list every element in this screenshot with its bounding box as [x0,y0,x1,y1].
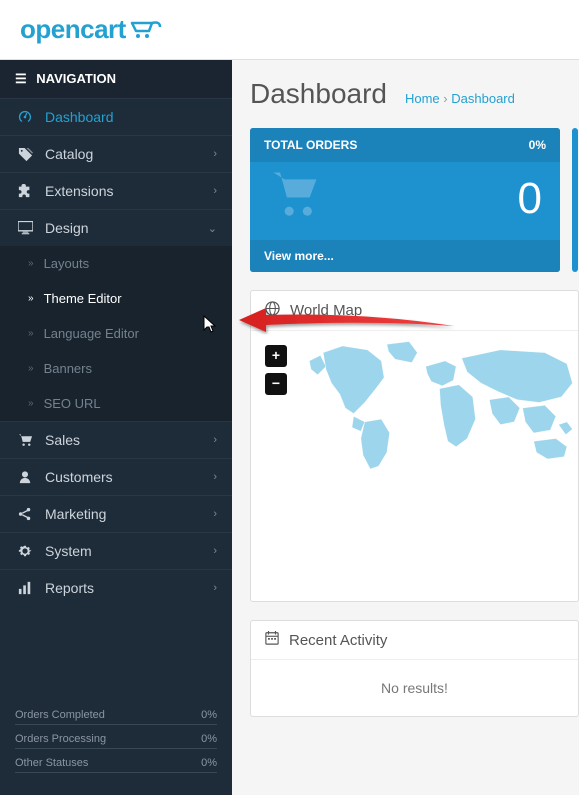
cart-icon [15,433,35,447]
logo[interactable]: opencart [20,14,166,45]
tag-icon [15,147,35,162]
nav-system[interactable]: System › [0,532,232,569]
sub-label: Language Editor [44,326,217,341]
nav-marketing[interactable]: Marketing › [0,495,232,532]
menu-icon: ☰ [15,71,27,87]
main-content: Dashboard Home › Dashboard TOTAL ORDERS … [232,60,579,795]
double-chevron-icon: » [28,398,34,409]
nav-label: Sales [45,432,80,448]
breadcrumb-home[interactable]: Home [405,91,440,106]
nav-header: ☰ NAVIGATION [0,60,232,98]
stat-label: Orders Completed [15,709,105,721]
globe-icon [265,301,280,320]
sub-seo-url[interactable]: » SEO URL [0,386,232,421]
nav-label: System [45,543,92,559]
tile-view-more[interactable]: View more... [250,240,560,272]
calendar-icon [265,631,279,649]
nav-label: Customers [45,469,113,485]
cart-icon [130,19,166,41]
tile-footer-label: View more... [264,249,334,263]
stat-label: Other Statuses [15,757,88,769]
sub-layouts[interactable]: » Layouts [0,246,232,281]
nav-extensions[interactable]: Extensions › [0,172,232,209]
double-chevron-icon: » [28,258,34,269]
stat-label: Orders Processing [15,733,106,745]
cart-large-icon [268,168,324,231]
chevron-right-icon: › [213,471,217,483]
nav-dashboard[interactable]: Dashboard [0,98,232,135]
sub-language-editor[interactable]: » Language Editor [0,316,232,351]
nav-label: Catalog [45,146,93,162]
nav-design[interactable]: Design ⌄ [0,209,232,246]
tile-value: 0 [518,174,542,224]
chevron-right-icon: › [213,185,217,197]
zoom-in-button[interactable]: + [265,345,287,367]
puzzle-icon [15,184,35,198]
tile-next-peek [572,128,578,272]
sub-label: Theme Editor [44,291,217,306]
nav-label: Reports [45,580,94,596]
sub-banners[interactable]: » Banners [0,351,232,386]
tile-total-orders: TOTAL ORDERS 0% 0 View more... [250,128,560,272]
stat-value: 0% [201,709,217,721]
world-map-svg[interactable] [301,336,578,480]
chart-icon [15,581,35,595]
chevron-right-icon: › [213,582,217,594]
sidebar: ☰ NAVIGATION Dashboard Catalog › Extensi… [0,60,232,795]
double-chevron-icon: » [28,363,34,374]
dashboard-tiles: TOTAL ORDERS 0% 0 View more... [250,128,579,272]
chevron-right-icon: › [213,545,217,557]
stat-value: 0% [201,733,217,745]
chevron-right-icon: › [213,508,217,520]
share-icon [15,507,35,521]
nav-label: Extensions [45,183,113,199]
breadcrumb-sep: › [443,91,447,106]
panel-title: Recent Activity [289,632,387,649]
nav-reports[interactable]: Reports › [0,569,232,606]
double-chevron-icon: » [28,293,34,304]
panel-title: World Map [290,302,362,319]
tile-title: TOTAL ORDERS [264,138,357,152]
design-submenu: » Layouts » Theme Editor » Language Edit… [0,246,232,421]
top-header: opencart [0,0,579,60]
nav-label: Design [45,220,89,236]
stat-orders-processing: Orders Processing 0% [15,725,217,749]
logo-text: opencart [20,14,126,45]
sidebar-stats: Orders Completed 0% Orders Processing 0%… [0,689,232,785]
page-title: Dashboard [250,78,387,110]
gear-icon [15,544,35,558]
panel-world-map: World Map + − [250,290,579,602]
tile-pct: 0% [529,138,546,152]
dashboard-icon [15,110,35,124]
double-chevron-icon: » [28,328,34,339]
chevron-right-icon: › [213,434,217,446]
chevron-down-icon: ⌄ [208,222,217,235]
nav-customers[interactable]: Customers › [0,458,232,495]
breadcrumb-current[interactable]: Dashboard [451,91,515,106]
sub-label: Banners [44,361,217,376]
sub-theme-editor[interactable]: » Theme Editor [0,281,232,316]
sub-label: Layouts [44,256,217,271]
desktop-icon [15,221,35,235]
nav-catalog[interactable]: Catalog › [0,135,232,172]
user-icon [15,470,35,484]
page-header: Dashboard Home › Dashboard [250,78,579,110]
stat-orders-completed: Orders Completed 0% [15,701,217,725]
stat-other-statuses: Other Statuses 0% [15,749,217,773]
nav-label: Dashboard [45,109,114,125]
zoom-out-button[interactable]: − [265,373,287,395]
panel-recent-activity: Recent Activity No results! [250,620,579,717]
breadcrumb: Home › Dashboard [405,91,515,106]
nav-sales[interactable]: Sales › [0,421,232,458]
chevron-right-icon: › [213,148,217,160]
activity-empty: No results! [381,680,448,696]
stat-value: 0% [201,757,217,769]
nav-label: Marketing [45,506,106,522]
sub-label: SEO URL [44,396,217,411]
map-zoom-controls: + − [265,345,287,401]
nav-header-label: NAVIGATION [36,71,116,86]
